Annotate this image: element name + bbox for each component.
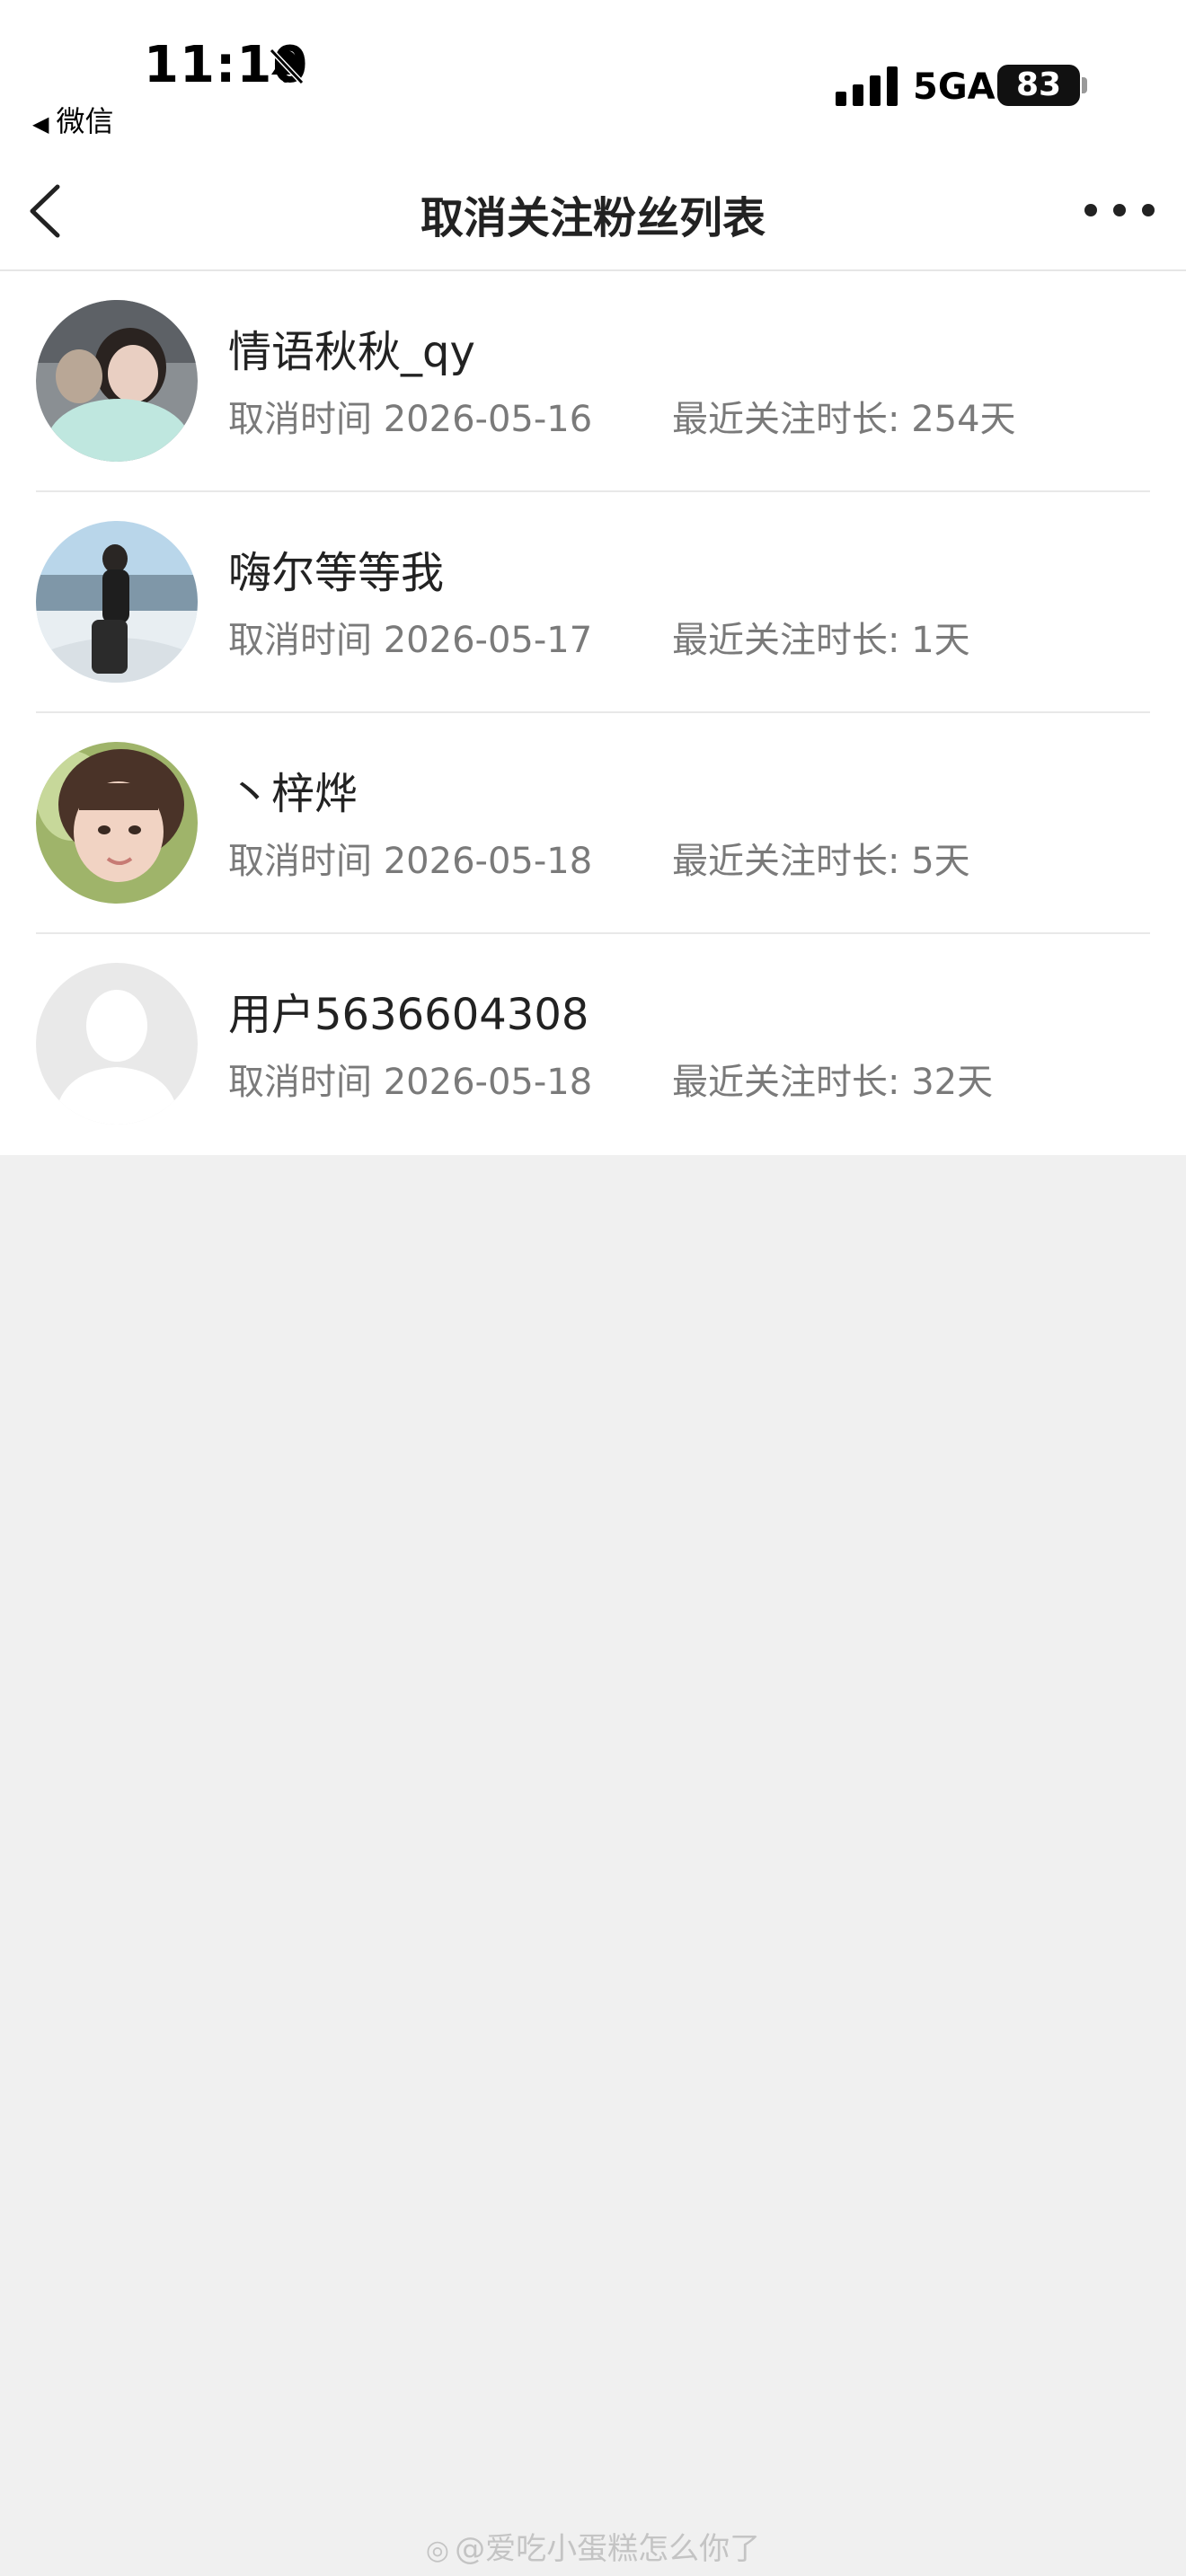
cancel-time: 取消时间 2026-05-17 [228,611,592,663]
page-title: 取消关注粉丝列表 [420,193,766,243]
cancel-date: 2026-05-18 [383,1062,593,1103]
back-app-label: 微信 [56,104,114,138]
follow-duration-value: 5天 [911,841,970,882]
watermark: ◎ @爱吃小蛋糕怎么你了 [0,2524,1186,2568]
follow-duration: 最近关注时长: 1天 [672,611,970,663]
cancel-time-label: 取消时间 [228,841,372,882]
cancel-date: 2026-05-17 [383,620,593,661]
cancel-time-label: 取消时间 [228,620,372,661]
fan-row[interactable]: 用户5636604308 取消时间 2026-05-18 最近关注时长: 32天 [0,934,1186,1155]
cancel-time-label: 取消时间 [228,1062,372,1103]
weibo-logo-icon: ◎ [425,2535,450,2566]
follow-duration-value: 1天 [911,620,970,661]
follow-duration-value: 32天 [911,1062,994,1103]
avatar[interactable] [36,521,198,683]
fan-name[interactable]: 丶梓烨 [228,758,358,821]
cancel-date: 2026-05-16 [383,399,593,440]
cancel-date: 2026-05-18 [383,841,593,882]
follow-duration: 最近关注时长: 254天 [672,390,1016,442]
more-options-icon[interactable] [1084,203,1155,217]
fan-row[interactable]: 丶梓烨 取消时间 2026-05-18 最近关注时长: 5天 [0,713,1186,934]
cancel-time: 取消时间 2026-05-18 [228,832,592,884]
default-avatar-icon[interactable] [36,963,198,1125]
follow-duration-label: 最近关注时长: [672,841,900,882]
follow-duration-label: 最近关注时长: [672,620,900,661]
avatar[interactable] [36,300,198,462]
signal-icon [836,66,898,106]
fan-row[interactable]: 嗨尔等等我 取消时间 2026-05-17 最近关注时长: 1天 [0,492,1186,713]
unfollow-fans-list: 情语秋秋_qy 取消时间 2026-05-16 最近关注时长: 254天 嗨尔等… [0,271,1186,1155]
fan-name[interactable]: 用户5636604308 [228,979,589,1042]
cancel-time-label: 取消时间 [228,399,372,440]
mute-bell-icon [269,48,305,85]
follow-duration-value: 254天 [911,399,1016,440]
fan-row[interactable]: 情语秋秋_qy 取消时间 2026-05-16 最近关注时长: 254天 [0,271,1186,492]
follow-duration: 最近关注时长: 5天 [672,832,970,884]
back-to-app-link[interactable]: ◀ 微信 [32,99,113,140]
back-triangle-icon: ◀ [32,111,49,137]
battery-indicator: 83 [997,65,1080,106]
fan-name[interactable]: 嗨尔等等我 [228,537,444,600]
watermark-text: @爱吃小蛋糕怎么你了 [455,2531,761,2567]
follow-duration-label: 最近关注时长: [672,399,900,440]
avatar[interactable] [36,742,198,904]
battery-tip [1082,77,1087,93]
follow-duration: 最近关注时长: 32天 [672,1053,993,1105]
cancel-time: 取消时间 2026-05-18 [228,1053,592,1105]
network-type: 5GA [913,66,996,108]
fan-name[interactable]: 情语秋秋_qy [228,316,475,379]
cancel-time: 取消时间 2026-05-16 [228,390,592,442]
follow-duration-label: 最近关注时长: [672,1062,900,1103]
